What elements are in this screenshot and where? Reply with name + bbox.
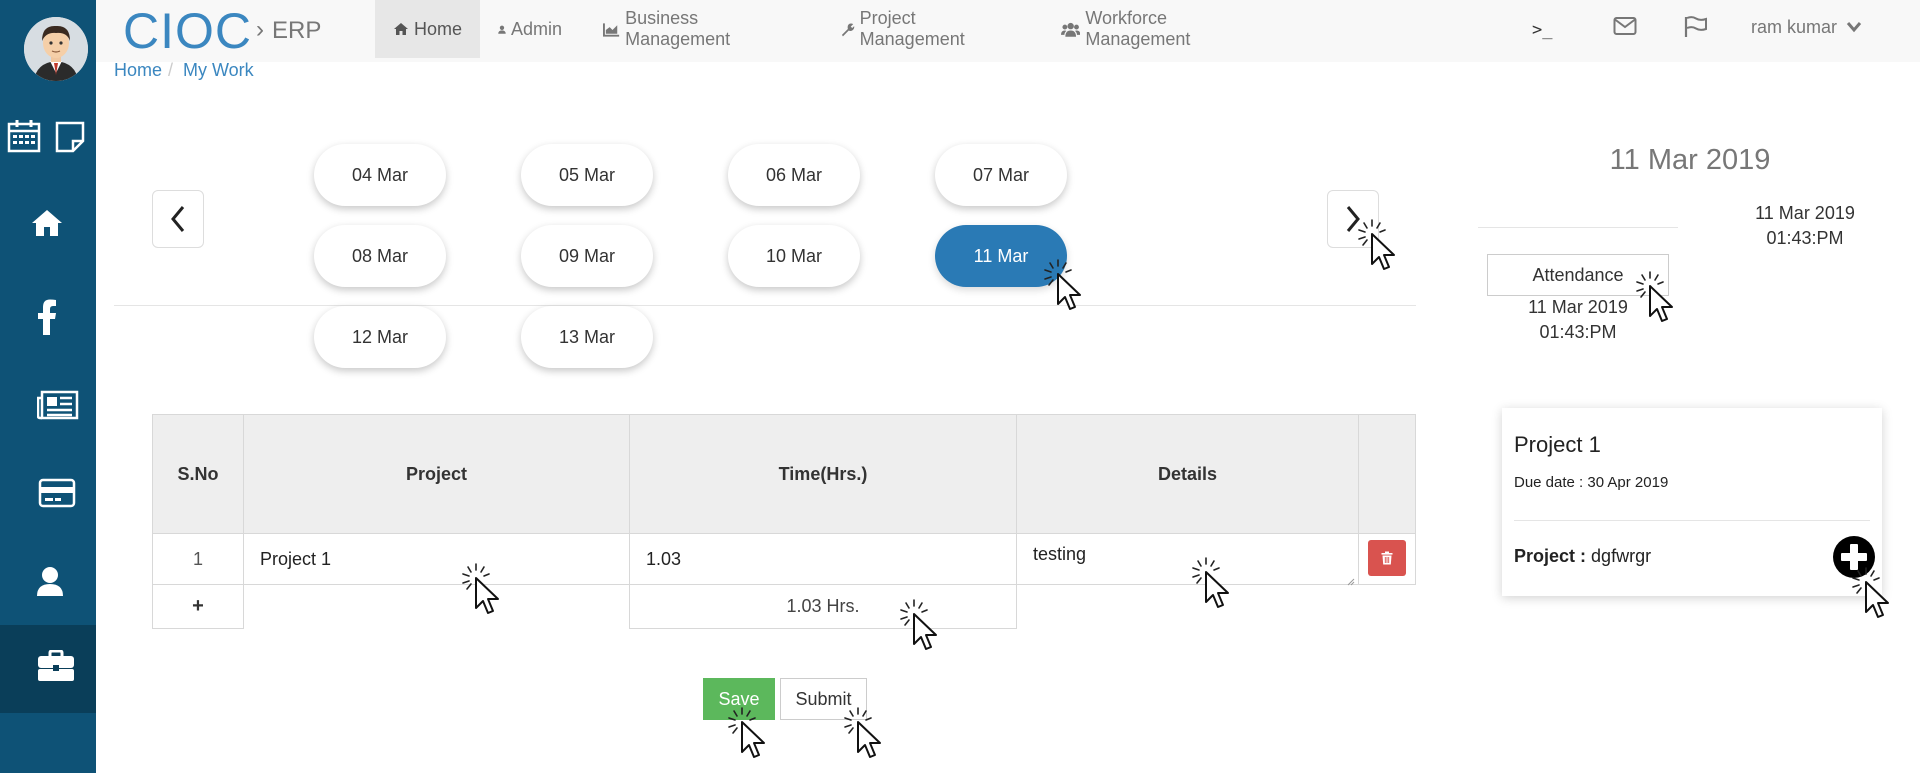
brand-sub: ERP (272, 17, 322, 44)
row-sno: 1 (152, 533, 244, 585)
date-pill[interactable]: 10 Mar (728, 225, 860, 287)
date-pill-selected[interactable]: 11 Mar (935, 225, 1067, 287)
nav-business-label: Business Management (625, 8, 731, 49)
attendance-date: 11 Mar 2019 (1528, 297, 1628, 317)
date-pill[interactable]: 04 Mar (314, 144, 446, 206)
brand-chevron: › (256, 16, 264, 43)
sidebar (0, 0, 96, 773)
card-divider (1514, 520, 1870, 521)
user-menu[interactable]: ram kumar (1751, 17, 1862, 38)
delete-row-button[interactable] (1368, 540, 1406, 576)
briefcase-icon[interactable] (36, 648, 76, 684)
divider (114, 305, 1416, 306)
nav-admin-label: Admin (510, 18, 562, 39)
wrench-icon (841, 22, 855, 36)
previous-week-button[interactable] (152, 190, 204, 248)
chevron-left-icon (171, 206, 185, 232)
project-input[interactable]: Project 1 (243, 533, 630, 585)
card-title: Project 1 (1514, 432, 1601, 457)
project-card: Project 1 Due date : 30 Apr 2019 Project… (1502, 408, 1882, 596)
user-icon[interactable] (34, 564, 66, 598)
nav-project-management[interactable]: Project Management (822, 0, 1040, 58)
calendar-icon[interactable] (6, 118, 42, 154)
trash-icon (1381, 551, 1393, 565)
current-date-title: 11 Mar 2019 (1609, 144, 1771, 176)
date-pill[interactable]: 05 Mar (521, 144, 653, 206)
breadcrumb-home[interactable]: Home (114, 60, 162, 81)
header-actions (1358, 414, 1416, 534)
date-pill[interactable]: 06 Mar (728, 144, 860, 206)
save-button[interactable]: Save (703, 678, 775, 720)
next-week-button[interactable] (1327, 190, 1379, 248)
date-pill[interactable]: 13 Mar (521, 306, 653, 368)
last-login-time: 01:43:PM (1766, 228, 1844, 248)
add-circle-icon[interactable] (1832, 535, 1876, 584)
details-textarea[interactable]: testing (1016, 533, 1359, 585)
date-pill[interactable]: 08 Mar (314, 225, 446, 287)
header-project: Project (243, 414, 630, 534)
card-project-value: dgfwrgr (1591, 546, 1652, 566)
submit-button[interactable]: Submit (780, 678, 867, 720)
header-sno: S.No (152, 414, 244, 534)
nav-business-management[interactable]: Business Management (585, 0, 817, 58)
user-name: ram kumar (1751, 17, 1838, 37)
card-due-date: Due date : 30 Apr 2019 (1514, 474, 1669, 491)
last-login-date: 11 Mar 2019 (1755, 203, 1855, 223)
home-icon (393, 23, 408, 35)
chevron-down-icon (1846, 22, 1862, 33)
nav-home[interactable]: Home (375, 0, 480, 58)
attendance-button[interactable]: Attendance (1487, 254, 1669, 296)
group-icon (1061, 22, 1081, 37)
flag-icon[interactable] (1684, 16, 1708, 43)
facebook-icon[interactable] (34, 298, 60, 336)
newspaper-icon[interactable] (36, 388, 80, 422)
add-row-button[interactable]: + (152, 584, 244, 629)
nav-admin[interactable]: Admin (480, 0, 580, 58)
header-time: Time(Hrs.) (629, 414, 1017, 534)
time-input[interactable]: 1.03 (629, 533, 1017, 585)
attendance-time: 01:43:PM (1539, 322, 1617, 342)
textarea-resize-handle[interactable] (1347, 573, 1355, 591)
date-pill[interactable]: 09 Mar (521, 225, 653, 287)
mail-icon[interactable] (1613, 16, 1637, 41)
date-pill[interactable]: 07 Mar (935, 144, 1067, 206)
card-project-label: Project : (1514, 546, 1587, 566)
nav-workforce-management[interactable]: Workforce Management (1043, 0, 1289, 58)
brand-logo[interactable]: CIOC (123, 2, 252, 60)
terminal-icon[interactable]: >_ (1532, 20, 1552, 40)
home-icon[interactable] (28, 206, 66, 240)
chart-icon (603, 22, 620, 37)
panel-divider (1478, 227, 1678, 228)
date-pill[interactable]: 12 Mar (314, 306, 446, 368)
nav-workforce-label: Workforce Management (1085, 8, 1191, 49)
avatar[interactable] (24, 17, 88, 81)
breadcrumb-current[interactable]: My Work (183, 60, 254, 81)
total-hours: 1.03 Hrs. (629, 584, 1017, 629)
header-details: Details (1016, 414, 1359, 534)
nav-project-label: Project Management (859, 8, 965, 49)
breadcrumb-separator: / (168, 60, 174, 80)
credit-card-icon[interactable] (36, 476, 78, 510)
user-icon (498, 25, 506, 34)
chevron-right-icon (1346, 206, 1360, 232)
sticky-note-icon[interactable] (54, 120, 86, 154)
nav-home-label: Home (413, 18, 462, 39)
